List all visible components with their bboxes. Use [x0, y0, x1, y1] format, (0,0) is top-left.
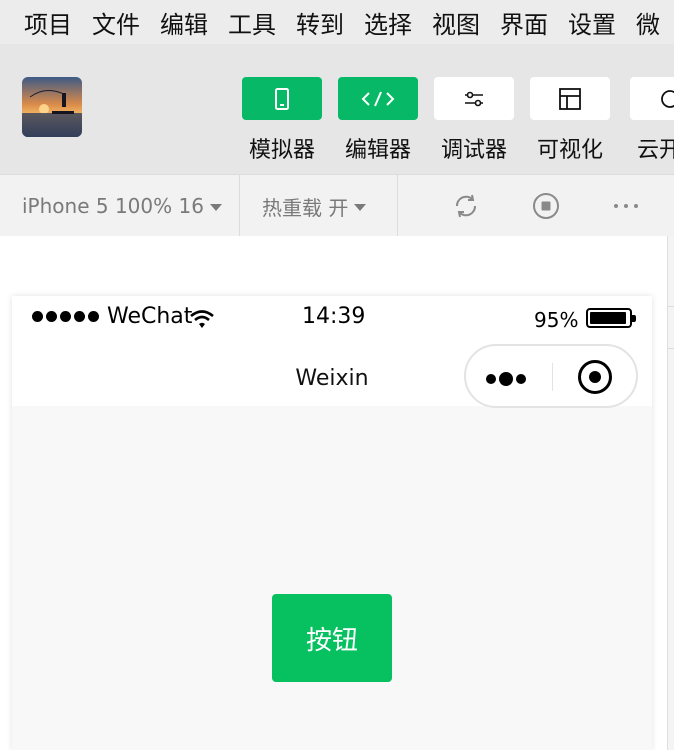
tool-editor[interactable]: 编辑器 [338, 77, 418, 164]
avatar[interactable] [22, 77, 82, 137]
more-menu-button[interactable] [486, 372, 526, 386]
simulator-button[interactable] [242, 77, 322, 120]
wifi-icon [190, 310, 214, 328]
status-time: 14:39 [302, 304, 366, 329]
battery-percent: 95% [534, 308, 579, 332]
code-icon [361, 91, 395, 106]
debugger-label: 调试器 [440, 138, 507, 163]
tool-simulator[interactable]: 模拟器 [242, 77, 322, 164]
cloud-label: 云开发 [636, 138, 674, 163]
menu-wechat[interactable]: 微 [636, 5, 660, 40]
menu-bar: 项目 文件 编辑 工具 转到 选择 视图 界面 设置 微 [0, 0, 674, 44]
device-select-label: iPhone 5 100% 16 [22, 194, 204, 218]
menu-view[interactable]: 视图 [432, 5, 480, 40]
signal-icon [32, 311, 99, 322]
refresh-button[interactable] [452, 192, 480, 220]
battery-icon [586, 308, 636, 328]
simulator-label: 模拟器 [248, 138, 315, 163]
carrier-label: WeChat [107, 304, 193, 329]
device-select[interactable]: iPhone 5 100% 16 [22, 175, 222, 237]
visual-button[interactable] [530, 77, 610, 120]
menu-project[interactable]: 项目 [24, 5, 72, 40]
more-icon [614, 204, 638, 208]
hot-reload-label: 热重载 开 [262, 195, 349, 220]
menu-edit[interactable]: 编辑 [160, 5, 208, 40]
battery-fill [590, 312, 627, 324]
menu-settings[interactable]: 设置 [568, 5, 616, 40]
stop-icon [533, 193, 559, 219]
tool-debugger[interactable]: 调试器 [434, 77, 514, 164]
stop-button[interactable] [532, 192, 560, 220]
primary-button[interactable]: 按钮 [272, 594, 392, 682]
menu-select[interactable]: 选择 [364, 5, 412, 40]
phone-icon [275, 87, 289, 110]
menu-goto[interactable]: 转到 [296, 5, 344, 40]
divider [668, 348, 674, 349]
main-toolbar: 模拟器 编辑器 调试器 可视化 云开 [0, 44, 674, 174]
refresh-icon [455, 194, 477, 218]
close-miniprogram-button[interactable] [578, 360, 612, 394]
chevron-down-icon [354, 203, 367, 211]
capsule-menu [464, 344, 638, 408]
phone-screen: WeChat 14:39 95% Weixin 按钮 [12, 296, 652, 750]
chevron-down-icon [209, 203, 222, 211]
status-bar: WeChat 14:39 95% [12, 296, 652, 342]
tool-cloud[interactable]: 云开发 [630, 77, 674, 164]
divider [552, 363, 553, 391]
cloud-icon [661, 89, 674, 108]
divider [239, 175, 240, 237]
more-button[interactable] [612, 192, 640, 220]
divider [668, 306, 674, 307]
editor-label: 编辑器 [344, 138, 411, 163]
menu-file[interactable]: 文件 [92, 5, 140, 40]
sliders-icon [465, 91, 483, 106]
visual-label: 可视化 [536, 138, 603, 163]
divider [397, 175, 398, 237]
layout-icon [559, 87, 581, 110]
menu-tools[interactable]: 工具 [228, 5, 276, 40]
hot-reload-toggle[interactable]: 热重载 开 [262, 175, 367, 237]
avatar-image [22, 77, 82, 137]
menu-interface[interactable]: 界面 [500, 5, 548, 40]
editor-edge [667, 236, 674, 750]
tool-visual[interactable]: 可视化 [530, 77, 610, 164]
simulator-toolbar: iPhone 5 100% 16 热重载 开 [0, 174, 674, 237]
cloud-button[interactable] [630, 77, 674, 120]
editor-button[interactable] [338, 77, 418, 120]
debugger-button[interactable] [434, 77, 514, 120]
